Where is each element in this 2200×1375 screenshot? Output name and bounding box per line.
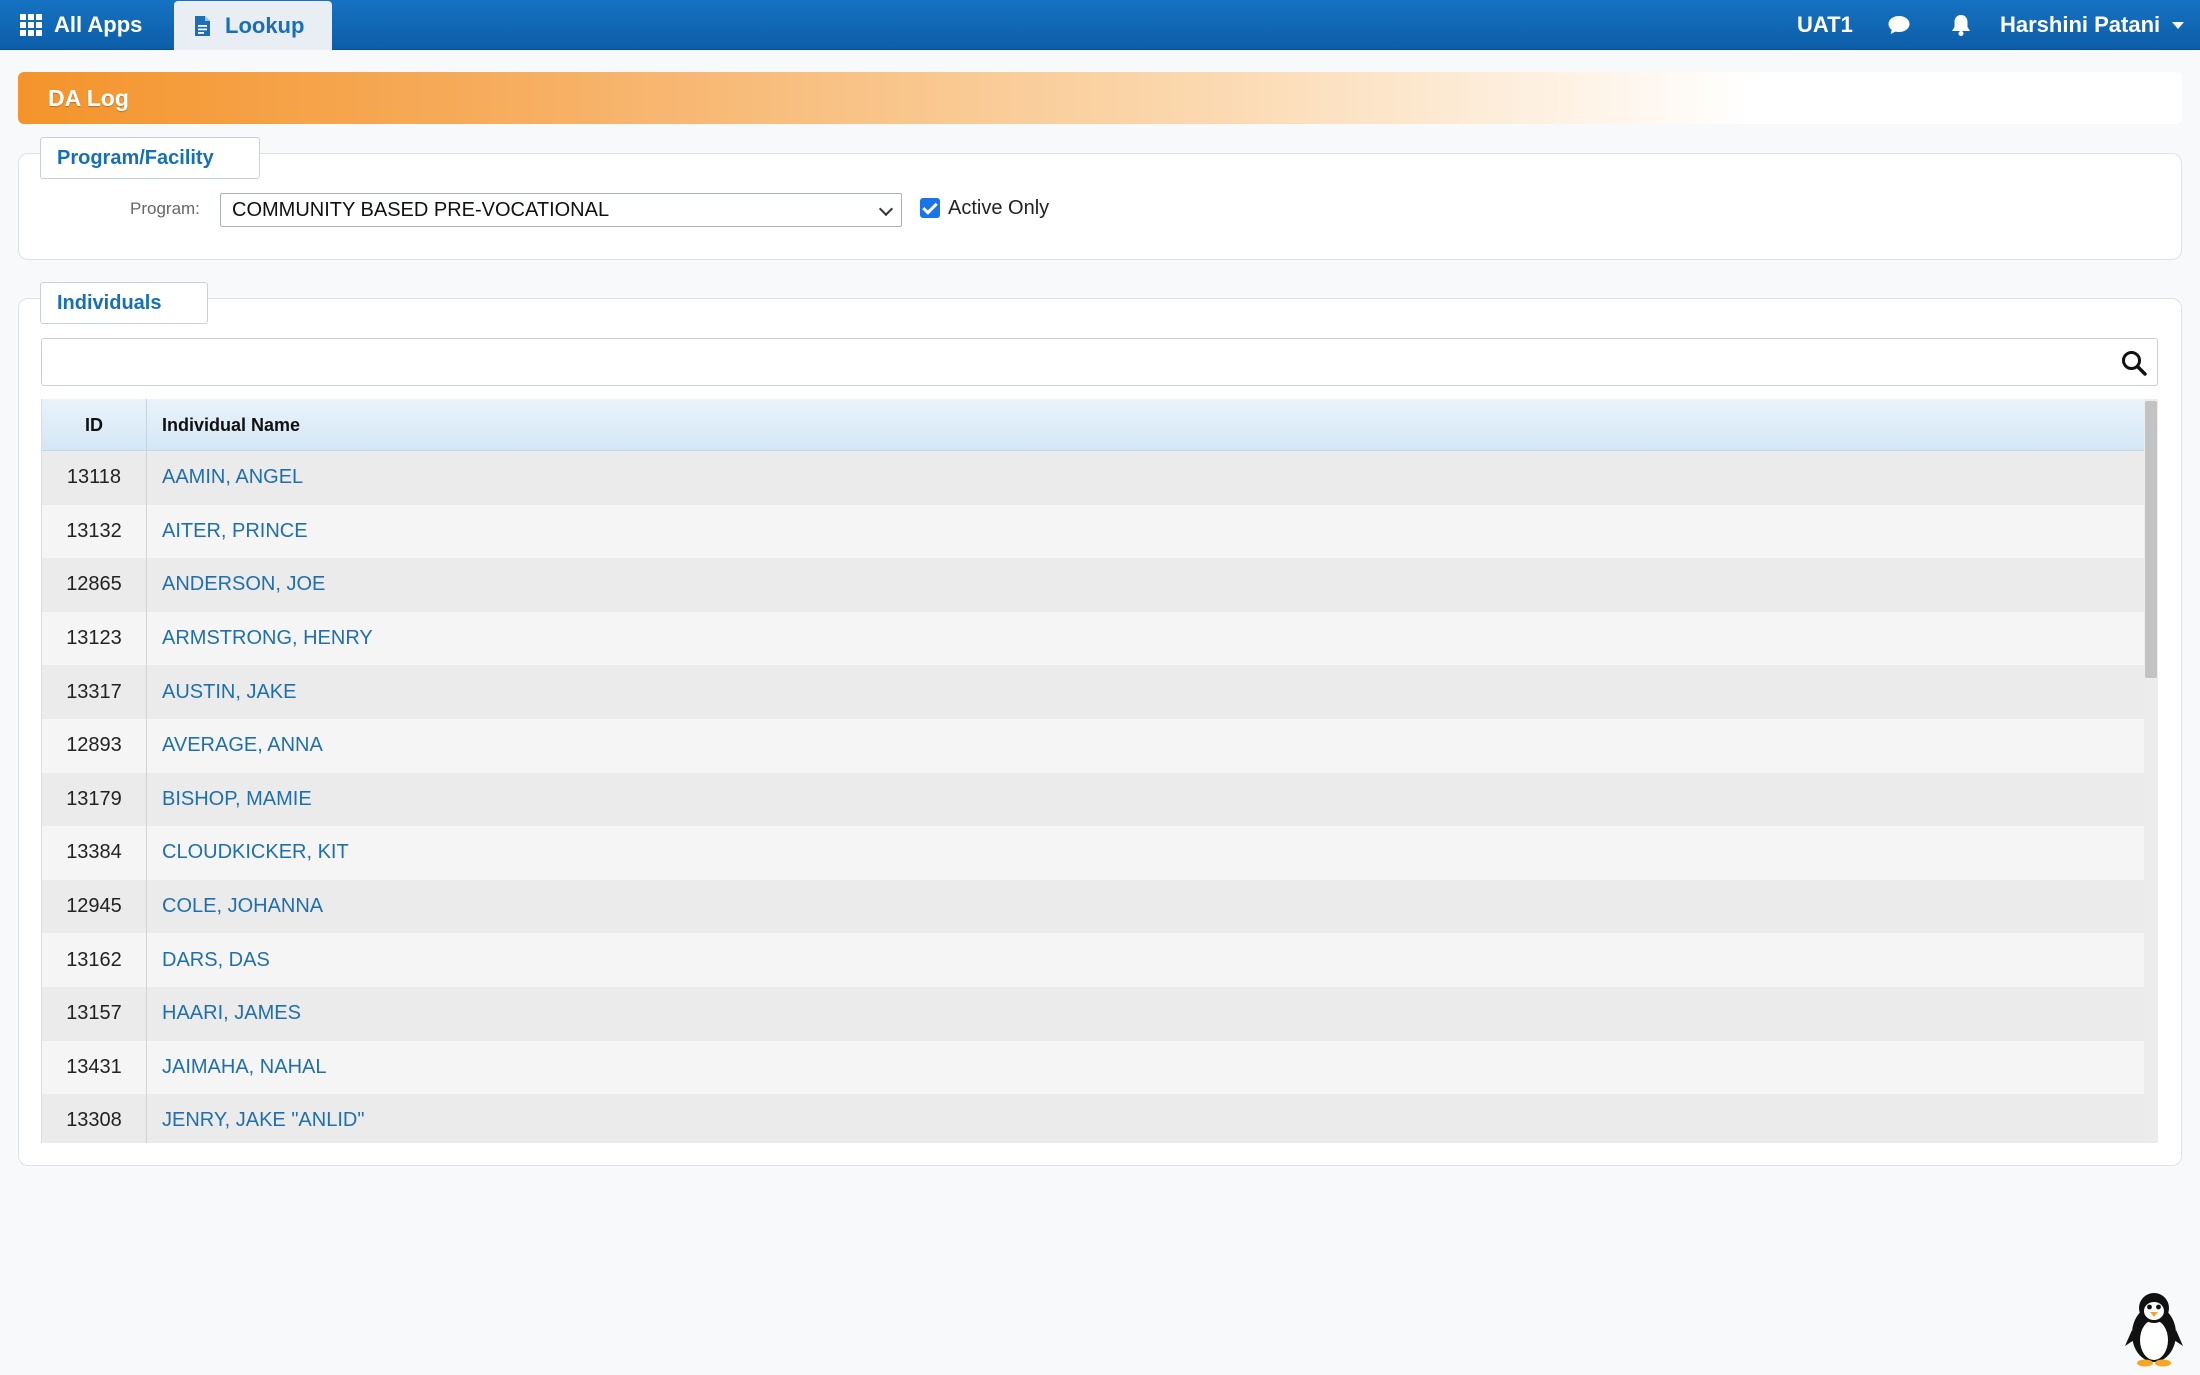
table-row[interactable]: 13431 JAIMAHA, NAHAL bbox=[42, 1040, 2144, 1095]
document-icon bbox=[195, 15, 210, 36]
individual-id-cell: 12945 bbox=[42, 879, 147, 934]
individual-name-link[interactable]: BISHOP, MAMIE bbox=[162, 773, 312, 827]
column-header-id[interactable]: ID bbox=[42, 399, 147, 451]
search-icon[interactable] bbox=[2121, 350, 2147, 376]
tab-lookup-label: Lookup bbox=[225, 12, 305, 38]
program-select-value: COMMUNITY BASED PRE-VOCATIONAL bbox=[232, 198, 610, 221]
individual-id-cell: 13308 bbox=[42, 1094, 147, 1143]
individual-id-cell: 13179 bbox=[42, 772, 147, 827]
individual-id-cell: 13384 bbox=[42, 826, 147, 880]
individual-name-link[interactable]: AAMIN, ANGEL bbox=[162, 451, 303, 505]
individual-name-link[interactable]: COLE, JOHANNA bbox=[162, 880, 323, 934]
program-label: Program: bbox=[130, 199, 200, 218]
individual-name-link[interactable]: AITER, PRINCE bbox=[162, 505, 308, 559]
scrollbar-thumb[interactable] bbox=[2145, 401, 2157, 678]
page-title-bar: DA Log bbox=[18, 72, 2182, 124]
table-header: ID Individual Name bbox=[42, 399, 2144, 451]
individual-name-link[interactable]: AUSTIN, JAKE bbox=[162, 665, 296, 719]
individual-name-link[interactable]: AVERAGE, ANNA bbox=[162, 719, 323, 773]
individuals-table: ID Individual Name 13118 AAMIN, ANGEL 1313… bbox=[41, 399, 2158, 1143]
active-only-checkbox[interactable] bbox=[920, 198, 940, 218]
penguin-icon[interactable] bbox=[2122, 1290, 2186, 1368]
chevron-down-icon bbox=[878, 201, 894, 217]
table-row[interactable]: 13162 DARS, DAS bbox=[42, 933, 2144, 987]
table-row[interactable]: 13317 AUSTIN, JAKE bbox=[42, 665, 2144, 719]
table-row[interactable]: 13384 CLOUDKICKER, KIT bbox=[42, 826, 2144, 880]
table-row[interactable]: 13157 HAARI, JAMES bbox=[42, 986, 2144, 1041]
grid-icon bbox=[20, 14, 42, 36]
individuals-legend: Individuals bbox=[40, 282, 208, 324]
table-row[interactable]: 13132 AITER, PRINCE bbox=[42, 504, 2144, 559]
individual-name-link[interactable]: JAIMAHA, NAHAL bbox=[162, 1041, 326, 1095]
top-navigation-bar: All Apps Lookup UAT1 Harshini Patani bbox=[0, 0, 2200, 50]
individual-id-cell: 13317 bbox=[42, 665, 147, 719]
table-row[interactable]: 12865 ANDERSON, JOE bbox=[42, 558, 2144, 612]
program-facility-legend-label: Program/Facility bbox=[57, 146, 214, 169]
chat-icon bbox=[1888, 16, 1910, 34]
user-name: Harshini Patani bbox=[2000, 12, 2161, 37]
individual-id-cell: 13123 bbox=[42, 611, 147, 666]
individual-id-cell: 13132 bbox=[42, 504, 147, 559]
bell-icon bbox=[1952, 15, 1970, 36]
all-apps-button[interactable]: All Apps bbox=[20, 0, 142, 50]
environment-label: UAT1 bbox=[1797, 12, 1853, 37]
individual-id-cell: 12893 bbox=[42, 718, 147, 773]
table-scrollbar[interactable] bbox=[2144, 399, 2158, 1143]
user-menu[interactable]: Harshini Patani bbox=[2000, 0, 2185, 50]
individual-name-link[interactable]: ARMSTRONG, HENRY bbox=[162, 612, 373, 666]
table-row[interactable]: 13123 ARMSTRONG, HENRY bbox=[42, 611, 2144, 666]
individual-name-link[interactable]: HAARI, JAMES bbox=[162, 987, 301, 1041]
individuals-legend-label: Individuals bbox=[57, 291, 162, 314]
individual-id-cell: 13157 bbox=[42, 986, 147, 1041]
column-header-name[interactable]: Individual Name bbox=[162, 399, 300, 451]
table-row[interactable]: 13308 JENRY, JAKE "ANLID" bbox=[42, 1094, 2144, 1143]
individual-name-link[interactable]: DARS, DAS bbox=[162, 933, 270, 987]
all-apps-label: All Apps bbox=[54, 12, 143, 37]
chevron-down-icon bbox=[2172, 21, 2185, 29]
chat-button[interactable] bbox=[1887, 0, 1911, 50]
table-body: 13118 AAMIN, ANGEL 13132 AITER, PRINCE 12865… bbox=[42, 451, 2144, 1143]
individual-id-cell: 12865 bbox=[42, 558, 147, 612]
table-row[interactable]: 13179 BISHOP, MAMIE bbox=[42, 772, 2144, 827]
notifications-button[interactable] bbox=[1950, 0, 1972, 50]
table-row[interactable]: 13118 AAMIN, ANGEL bbox=[42, 451, 2144, 505]
individual-id-cell: 13431 bbox=[42, 1040, 147, 1095]
individual-name-link[interactable]: ANDERSON, JOE bbox=[162, 558, 325, 612]
individual-id-cell: 13162 bbox=[42, 933, 147, 987]
tab-lookup[interactable]: Lookup bbox=[174, 1, 332, 50]
individual-name-link[interactable]: CLOUDKICKER, KIT bbox=[162, 826, 349, 880]
table-row[interactable]: 12893 AVERAGE, ANNA bbox=[42, 718, 2144, 773]
individual-name-link[interactable]: JENRY, JAKE "ANLID" bbox=[162, 1094, 364, 1143]
page-title: DA Log bbox=[48, 84, 129, 111]
program-select[interactable]: COMMUNITY BASED PRE-VOCATIONAL bbox=[220, 193, 902, 227]
individual-id-cell: 13118 bbox=[42, 451, 147, 505]
table-row[interactable]: 12945 COLE, JOHANNA bbox=[42, 879, 2144, 934]
program-facility-legend: Program/Facility bbox=[40, 137, 260, 179]
active-only-label[interactable]: Active Only bbox=[948, 195, 1049, 221]
search-input[interactable] bbox=[41, 338, 2158, 386]
